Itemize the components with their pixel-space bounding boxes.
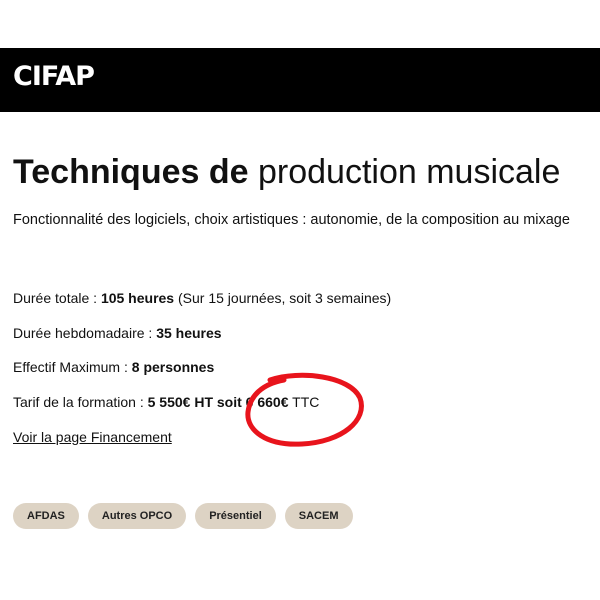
duration-weekly-line: Durée hebdomadaire : 35 heures xyxy=(13,325,222,341)
site-header: CIFAP xyxy=(0,48,600,112)
title-light-part: production musicale xyxy=(257,153,561,191)
capacity-value: 8 personnes xyxy=(131,359,215,375)
duration-weekly-value: 35 heures xyxy=(156,325,222,341)
tag-list: AFDAS Autres OPCO Présentiel SACEM xyxy=(13,503,353,529)
tag-sacem[interactable]: SACEM xyxy=(284,503,353,529)
price-middle: soit xyxy=(213,394,246,410)
duration-total-label: Durée totale : xyxy=(13,290,101,306)
capacity-line: Effectif Maximum : 8 personnes xyxy=(13,359,214,375)
price-ht-value: 5 550€ HT xyxy=(147,394,213,410)
duration-total-note: (Sur 15 journées, soit 3 semaines) xyxy=(174,290,392,306)
duration-total-value: 105 heures xyxy=(100,290,175,306)
page-title: Techniques de production musicale xyxy=(13,150,560,194)
course-subtitle: Fonctionnalité des logiciels, choix arti… xyxy=(13,212,570,228)
duration-weekly-label: Durée hebdomadaire : xyxy=(13,325,157,341)
title-bold-part: Techniques de xyxy=(13,153,249,191)
price-suffix: TTC xyxy=(288,394,320,410)
red-circle-annotation xyxy=(245,372,364,447)
price-line: Tarif de la formation : 5 550€ HT soit 6… xyxy=(13,394,319,410)
tag-autres-opco[interactable]: Autres OPCO xyxy=(87,503,187,529)
financing-page-link[interactable]: Voir la page Financement xyxy=(13,429,172,445)
tag-presentiel[interactable]: Présentiel xyxy=(195,503,276,529)
cifap-logo[interactable]: CIFAP xyxy=(13,61,95,92)
capacity-label: Effectif Maximum : xyxy=(13,359,132,375)
price-ttc-value: 6 660€ xyxy=(245,394,289,410)
duration-total-line: Durée totale : 105 heures (Sur 15 journé… xyxy=(13,290,391,306)
price-label: Tarif de la formation : xyxy=(13,394,148,410)
tag-afdas[interactable]: AFDAS xyxy=(13,503,79,529)
